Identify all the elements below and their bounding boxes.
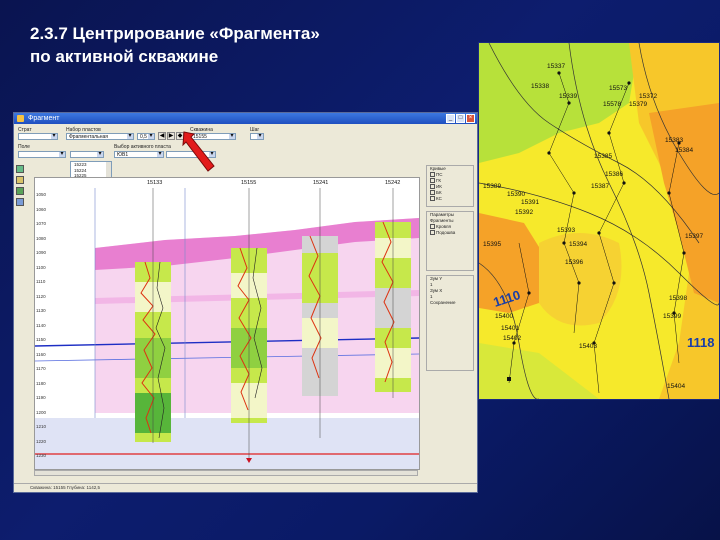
map-well-label: 15396 bbox=[565, 259, 584, 266]
active-section-label: Выбор активного пласта bbox=[114, 144, 171, 150]
map-well-label: 15385 bbox=[594, 153, 613, 160]
depth-tick-label: 1090 bbox=[36, 250, 47, 255]
well-column-1 bbox=[135, 188, 171, 443]
slide-title-line2: по активной скважине bbox=[30, 47, 219, 66]
map-well-label: 15393 bbox=[557, 227, 576, 234]
field-subcombo[interactable] bbox=[70, 151, 104, 158]
field-combo[interactable] bbox=[18, 151, 66, 158]
map-well-label: 15400 bbox=[495, 313, 514, 320]
map-well-label: 15391 bbox=[521, 199, 540, 206]
depth-tick-label: 1070 bbox=[36, 221, 47, 226]
depth-tick-label: 1140 bbox=[36, 322, 46, 328]
app-icon bbox=[17, 115, 24, 122]
depth-tick-label: 1130 bbox=[36, 308, 46, 313]
maximize-icon[interactable]: □ bbox=[456, 114, 465, 123]
map-well-label: 15337 bbox=[547, 63, 566, 70]
map-well-label: 15389 bbox=[483, 183, 502, 190]
next-well-button[interactable]: ▶ bbox=[167, 132, 175, 140]
depth-tick-label: 1180 bbox=[36, 380, 46, 386]
map-well-label: 15372 bbox=[639, 93, 658, 100]
option-bottom[interactable]: Подошва bbox=[427, 230, 473, 236]
well-header-1[interactable]: 15133 bbox=[147, 180, 162, 186]
depth-tick-label: 1080 bbox=[36, 235, 47, 241]
prev-well-button[interactable]: ◀ bbox=[158, 132, 166, 140]
map-well-label: 15390 bbox=[507, 191, 526, 198]
map-well-label: 15401 bbox=[501, 325, 520, 332]
depth-tick-label: 1170 bbox=[36, 366, 46, 371]
field-label: Поле bbox=[18, 144, 30, 150]
map-well-label: 15578 bbox=[603, 101, 622, 108]
depth-tick-label: 1110 bbox=[36, 279, 46, 284]
map-well-label: 15339 bbox=[559, 93, 578, 100]
well-column-2 bbox=[231, 188, 267, 463]
app-window: Фрагмент _ □ × Страт Набор пластов Фрагм… bbox=[13, 112, 478, 493]
parameters-group: Параметры Фрагменты Кровля Подошва bbox=[426, 211, 474, 271]
zoom-combo[interactable] bbox=[250, 133, 264, 140]
curve-checkbox-4[interactable]: КС bbox=[427, 196, 473, 202]
right-panel: Кривые ПС ГК ИК БК КС Параметры Фрагмент… bbox=[426, 165, 476, 483]
section-combo[interactable]: Фрагментальная bbox=[66, 133, 134, 140]
slide-title: 2.3.7 Центрирование «Фрагмента» по актив… bbox=[30, 22, 320, 68]
print-icon[interactable] bbox=[16, 165, 24, 173]
close-icon[interactable]: × bbox=[466, 114, 475, 123]
depth-tick-label: 1190 bbox=[36, 395, 46, 400]
map-well-label: 15403 bbox=[579, 343, 598, 350]
window-title: Фрагмент bbox=[28, 115, 60, 122]
layers-icon[interactable] bbox=[16, 198, 24, 206]
depth-tick-label: 1060 bbox=[36, 206, 47, 212]
depth-tick-label: 1100 bbox=[36, 264, 46, 270]
map-well-label: 15573 bbox=[609, 85, 628, 92]
stratigraphy-combo[interactable] bbox=[18, 133, 58, 140]
correlation-plot[interactable]: 1050 1060 1070 1080 1090 1100 1110 1120 1130 1140… bbox=[34, 177, 420, 470]
map-well-label: 15387 bbox=[591, 183, 610, 190]
export-icon[interactable] bbox=[16, 176, 24, 184]
depth-tick-label: 1200 bbox=[36, 409, 47, 415]
map-well-label: 15404 bbox=[667, 383, 686, 390]
depth-tick-label: 1160 bbox=[36, 351, 46, 357]
status-bar: Скважина: 15155 Глубина: 1142,5 bbox=[14, 483, 477, 492]
curves-group: Кривые ПС ГК ИК БК КС bbox=[426, 165, 474, 207]
well-header-4[interactable]: 15242 bbox=[385, 180, 400, 186]
highlight-arrow bbox=[182, 131, 215, 172]
well-header-3[interactable]: 15241 bbox=[313, 180, 328, 186]
contour-map[interactable]: 15337 15338 15339 15573 15578 15379 1537… bbox=[478, 42, 720, 400]
map-well-label: 15397 bbox=[685, 233, 704, 240]
window-titlebar: Фрагмент _ □ × bbox=[14, 113, 477, 124]
active-section-combo[interactable]: ЮВ1 bbox=[114, 151, 164, 158]
depth-tick-label: 1050 bbox=[36, 192, 47, 197]
map-well-label: 15379 bbox=[629, 101, 648, 108]
step-combo[interactable]: 0,5 bbox=[137, 133, 155, 140]
map-well-label: 15394 bbox=[569, 241, 588, 248]
zoom-group: Зум Y 1 Зум X 1 Сохранение bbox=[426, 275, 474, 371]
map-well-label: 15402 bbox=[503, 335, 522, 342]
minimize-icon[interactable]: _ bbox=[446, 114, 455, 123]
map-well-label: 15399 bbox=[663, 313, 682, 320]
map-well-label: 15384 bbox=[675, 147, 694, 154]
depth-tick-label: 1230 bbox=[36, 453, 47, 458]
depth-tick-label: 1150 bbox=[36, 337, 46, 342]
depth-tick-label: 1120 bbox=[36, 293, 46, 299]
contour-label: 1118 bbox=[687, 335, 715, 350]
map-well-label: 15392 bbox=[515, 209, 534, 216]
map-well-label: 15395 bbox=[483, 241, 502, 248]
slide-title-line1: 2.3.7 Центрирование «Фрагмента» bbox=[30, 24, 320, 43]
depth-tick-label: 1220 bbox=[36, 438, 47, 444]
map-well-label: 15386 bbox=[605, 171, 624, 178]
output-label: Сохранение bbox=[430, 300, 456, 305]
chart-icon[interactable] bbox=[16, 187, 24, 195]
map-well-label: 15398 bbox=[669, 295, 688, 302]
depth-tick-label: 1210 bbox=[36, 424, 47, 429]
well-header-2[interactable]: 15155 bbox=[241, 180, 256, 186]
plot-horizontal-scrollbar[interactable] bbox=[34, 470, 418, 476]
left-toolbar bbox=[16, 165, 26, 209]
window-controls: _ □ × bbox=[446, 114, 475, 123]
map-well-label: 15383 bbox=[665, 137, 684, 144]
map-well-label: 15338 bbox=[531, 83, 550, 90]
